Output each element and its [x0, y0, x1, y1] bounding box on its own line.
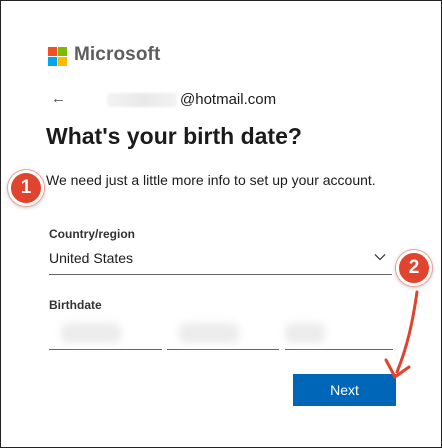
- redacted-year: [285, 323, 325, 343]
- country-label: Country/region: [49, 227, 135, 241]
- signup-card: Microsoft ← @hotmail.com What's your bir…: [2, 2, 440, 446]
- birth-year-select[interactable]: [285, 319, 393, 350]
- birthdate-label: Birthdate: [49, 298, 102, 312]
- redacted-day: [179, 323, 239, 343]
- window-frame: Microsoft ← @hotmail.com What's your bir…: [0, 0, 442, 448]
- birth-month-select[interactable]: [49, 319, 162, 350]
- country-select[interactable]: United States: [49, 245, 392, 275]
- redacted-month: [61, 323, 121, 343]
- page-title: What's your birth date?: [46, 123, 302, 149]
- logo-blue-square: [48, 57, 57, 66]
- logo-yellow-square: [58, 57, 67, 66]
- microsoft-logo-icon: [48, 47, 67, 66]
- email-identity: @hotmail.com: [180, 91, 277, 108]
- intro-text: We need just a little more info to set u…: [46, 172, 376, 188]
- back-arrow-icon[interactable]: ←: [51, 90, 66, 107]
- redacted-email-user: [107, 93, 177, 107]
- logo-red-square: [48, 47, 57, 56]
- brand-name: Microsoft: [74, 44, 161, 65]
- country-value: United States: [49, 250, 134, 266]
- annotation-marker-2: 2: [396, 250, 432, 286]
- annotation-arrow-icon: [384, 290, 419, 379]
- annotation-marker-1: 1: [8, 170, 44, 206]
- birth-day-select[interactable]: [167, 319, 279, 350]
- logo-green-square: [58, 47, 67, 56]
- chevron-down-icon: [374, 254, 386, 261]
